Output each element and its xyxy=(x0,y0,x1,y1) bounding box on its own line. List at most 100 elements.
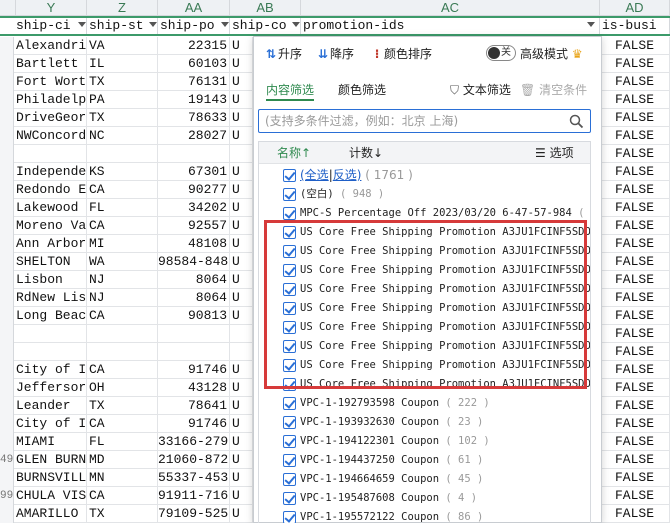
cell-city[interactable]: Lakewood xyxy=(14,199,87,217)
row-number[interactable] xyxy=(0,235,14,253)
filter-dropdown-icon[interactable] xyxy=(221,22,229,27)
cell-state[interactable]: MD xyxy=(87,451,158,469)
cell-postal[interactable]: 92557 xyxy=(158,217,230,235)
col-letter-z[interactable]: Z xyxy=(87,0,158,16)
cell-busi[interactable]: FALSE xyxy=(600,415,670,433)
row-number[interactable] xyxy=(0,415,14,433)
cell-country[interactable]: U xyxy=(230,505,253,523)
cell-busi[interactable]: FALSE xyxy=(600,325,670,343)
cell-city[interactable]: Leander xyxy=(14,397,87,415)
cell-postal[interactable]: 90277 xyxy=(158,181,230,199)
cell-city[interactable]: Jeffersor xyxy=(14,379,87,397)
cell-state[interactable]: KS xyxy=(87,163,158,181)
checkbox-checked-icon[interactable] xyxy=(283,416,296,429)
cell-state[interactable]: CA xyxy=(87,217,158,235)
filter-dropdown-icon[interactable] xyxy=(78,22,86,27)
cell-city[interactable]: City of I xyxy=(14,361,87,379)
cell-state[interactable]: OH xyxy=(87,379,158,397)
cell-country[interactable]: U xyxy=(230,73,253,91)
cell-city[interactable]: Lisbon xyxy=(14,271,87,289)
row-number[interactable] xyxy=(0,469,14,487)
checkbox-checked-icon[interactable] xyxy=(283,397,296,410)
col-letter-ad[interactable]: AD xyxy=(600,0,670,16)
row-number[interactable] xyxy=(0,433,14,451)
cell-state[interactable]: VA xyxy=(87,37,158,55)
cell-country[interactable]: U xyxy=(230,37,253,55)
cell-postal[interactable]: 78641 xyxy=(158,397,230,415)
cell-postal[interactable]: 78633 xyxy=(158,109,230,127)
list-item[interactable]: VPC-1-195487608 Coupon ( 4 ) xyxy=(259,489,590,508)
cell-busi[interactable]: FALSE xyxy=(600,505,670,523)
cell-country[interactable]: U xyxy=(230,271,253,289)
cell-city[interactable] xyxy=(14,145,87,163)
cell-country[interactable]: U xyxy=(230,55,253,73)
cell-city[interactable]: Fort Wort xyxy=(14,73,87,91)
cell-state[interactable]: TX xyxy=(87,397,158,415)
cell-state[interactable]: NJ xyxy=(87,271,158,289)
cell-state[interactable]: CA xyxy=(87,487,158,505)
cell-country[interactable]: U xyxy=(230,487,253,505)
filter-dropdown-icon[interactable] xyxy=(149,22,157,27)
cell-city[interactable]: CHULA VIS xyxy=(14,487,87,505)
text-filter-button[interactable]: ⛉ 文本筛选 xyxy=(450,81,511,101)
cell-state[interactable]: CA xyxy=(87,415,158,433)
row-number[interactable] xyxy=(0,199,14,217)
cell-country[interactable] xyxy=(230,145,253,163)
checkbox-checked-icon[interactable] xyxy=(283,188,296,201)
cell-country[interactable]: U xyxy=(230,235,253,253)
cell-postal[interactable]: 98584-848 xyxy=(158,253,230,271)
cell-city[interactable]: Bartlett xyxy=(14,55,87,73)
cell-city[interactable]: Independe xyxy=(14,163,87,181)
cell-city[interactable]: GLEN BURN xyxy=(14,451,87,469)
cell-country[interactable]: U xyxy=(230,163,253,181)
checkbox-checked-icon[interactable] xyxy=(283,454,296,467)
row-number[interactable] xyxy=(0,91,14,109)
cell-postal[interactable] xyxy=(158,145,230,163)
cell-postal[interactable]: 91746 xyxy=(158,361,230,379)
cell-city[interactable]: SHELTON xyxy=(14,253,87,271)
header-ship-postal[interactable]: ship-po xyxy=(158,18,230,34)
col-letter-y[interactable]: Y xyxy=(16,0,87,16)
cell-busi[interactable]: FALSE xyxy=(600,361,670,379)
cell-busi[interactable]: FALSE xyxy=(600,199,670,217)
cell-city[interactable]: Redondo E xyxy=(14,181,87,199)
row-number[interactable] xyxy=(0,37,14,55)
cell-busi[interactable]: FALSE xyxy=(600,145,670,163)
cell-busi[interactable]: FALSE xyxy=(600,307,670,325)
cell-postal[interactable]: 91911-716 xyxy=(158,487,230,505)
cell-postal[interactable] xyxy=(158,325,230,343)
row-number[interactable] xyxy=(0,271,14,289)
cell-state[interactable]: TX xyxy=(87,505,158,523)
cell-state[interactable]: FL xyxy=(87,199,158,217)
cell-city[interactable]: MIAMI xyxy=(14,433,87,451)
checkbox-checked-icon[interactable] xyxy=(283,435,296,448)
header-ship-country[interactable]: ship-co xyxy=(230,18,301,34)
header-is-business[interactable]: is-busi xyxy=(600,18,670,34)
list-item[interactable]: VPC-1-194122301 Coupon ( 102 ) xyxy=(259,432,590,451)
cell-country[interactable] xyxy=(230,325,253,343)
cell-postal[interactable]: 48108 xyxy=(158,235,230,253)
list-item-select-all[interactable]: (全选|反选) ( 1761 ) xyxy=(259,166,590,185)
row-number[interactable]: 99 xyxy=(0,487,14,505)
cell-city[interactable]: BURNSVILL xyxy=(14,469,87,487)
cell-busi[interactable]: FALSE xyxy=(600,487,670,505)
checkbox-checked-icon[interactable] xyxy=(283,492,296,505)
cell-busi[interactable]: FALSE xyxy=(600,163,670,181)
sort-ascending-button[interactable]: ⇅ 升序 xyxy=(264,45,302,63)
cell-city[interactable] xyxy=(14,325,87,343)
list-item[interactable]: (空白) ( 948 ) xyxy=(259,185,590,204)
cell-country[interactable]: U xyxy=(230,415,253,433)
cell-state[interactable] xyxy=(87,343,158,361)
sort-by-count-button[interactable]: 计数↓ xyxy=(349,144,383,162)
cell-busi[interactable]: FALSE xyxy=(600,181,670,199)
sort-descending-button[interactable]: ⇊ 降序 xyxy=(316,45,354,63)
cell-busi[interactable]: FALSE xyxy=(600,451,670,469)
cell-country[interactable]: U xyxy=(230,307,253,325)
cell-postal[interactable]: 55337-453 xyxy=(158,469,230,487)
cell-postal[interactable]: 19143 xyxy=(158,91,230,109)
cell-state[interactable]: NJ xyxy=(87,289,158,307)
row-number[interactable] xyxy=(0,55,14,73)
cell-busi[interactable]: FALSE xyxy=(600,235,670,253)
cell-busi[interactable]: FALSE xyxy=(600,127,670,145)
cell-postal[interactable]: 22315 xyxy=(158,37,230,55)
